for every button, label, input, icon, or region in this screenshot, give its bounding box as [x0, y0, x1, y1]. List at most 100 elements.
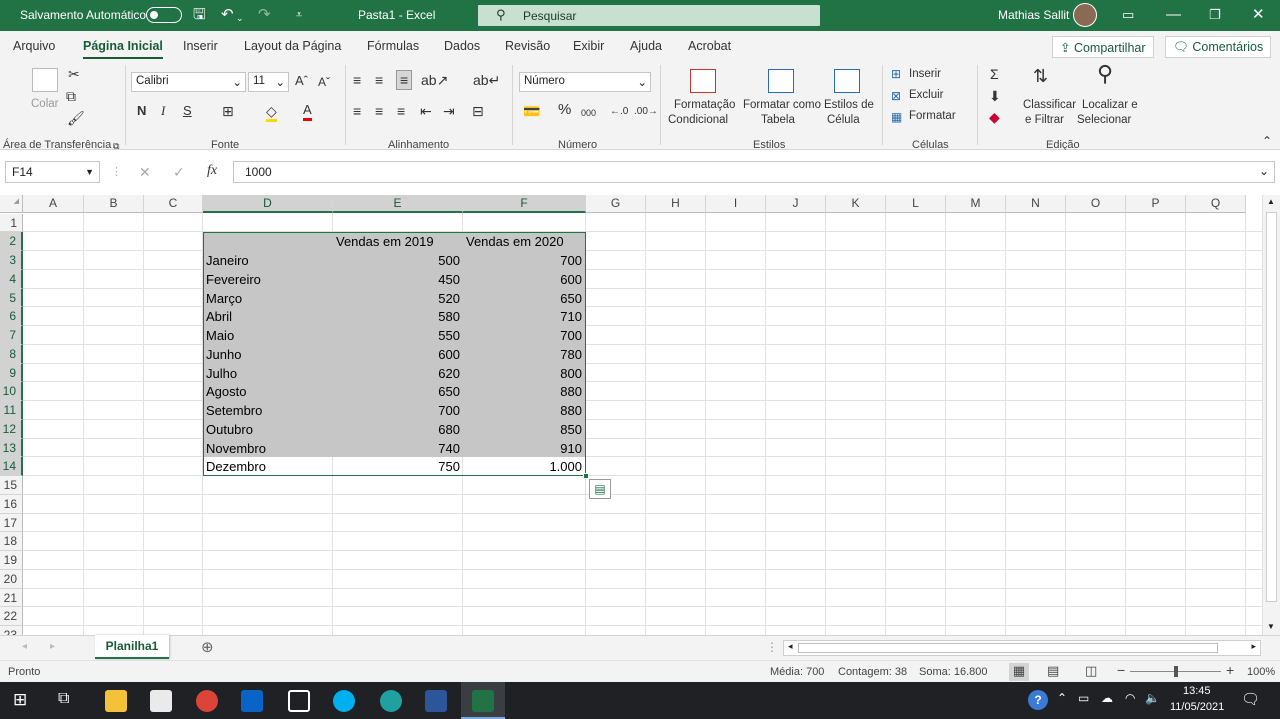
collapse-ribbon-icon[interactable]: ⌃: [1262, 133, 1272, 149]
row-header-22[interactable]: 22: [0, 607, 23, 626]
quick-analysis-icon[interactable]: ▤: [589, 479, 611, 499]
percent-button[interactable]: %: [558, 102, 571, 118]
month-cell[interactable]: Fevereiro: [203, 270, 333, 289]
wrap-text-icon[interactable]: ab↵: [473, 72, 500, 88]
column-header-k[interactable]: K: [826, 195, 886, 213]
row-header-15[interactable]: 15: [0, 476, 23, 495]
value-cell[interactable]: 600: [333, 345, 463, 364]
column-header-e[interactable]: E: [333, 195, 463, 213]
outlook-icon[interactable]: [241, 690, 263, 712]
zoom-in-icon[interactable]: +: [1226, 662, 1234, 678]
help-icon[interactable]: ?: [1028, 690, 1048, 710]
vertical-scrollbar[interactable]: ▲ ▼: [1262, 195, 1280, 635]
customize-qat-icon[interactable]: ⩡: [296, 6, 302, 24]
value-cell[interactable]: 500: [333, 251, 463, 270]
align-middle-icon[interactable]: ≡: [375, 72, 383, 88]
skype-icon[interactable]: [333, 690, 355, 712]
increase-decimal-icon[interactable]: ←.0: [610, 104, 628, 120]
value-cell[interactable]: 1.000: [463, 457, 585, 476]
column-header-q[interactable]: Q: [1186, 195, 1246, 213]
column-header-b[interactable]: B: [84, 195, 144, 213]
month-cell[interactable]: Março: [203, 289, 333, 308]
font-name-select[interactable]: Calibri ⌄: [131, 72, 246, 92]
column-header-o[interactable]: O: [1066, 195, 1126, 213]
cut-icon[interactable]: ✂: [68, 66, 80, 82]
tray-app-icon[interactable]: ☁: [1101, 691, 1113, 705]
column-header-p[interactable]: P: [1126, 195, 1186, 213]
italic-button[interactable]: I: [161, 103, 165, 119]
delete-cells-icon[interactable]: ⊠: [891, 88, 901, 104]
column-header-j[interactable]: J: [766, 195, 826, 213]
align-right-icon[interactable]: ≡: [397, 103, 405, 119]
comma-style-button[interactable]: 000: [581, 105, 596, 121]
copy-icon[interactable]: ⧉: [66, 88, 76, 104]
find-select-label-1[interactable]: Localizar e: [1082, 99, 1138, 111]
value-cell[interactable]: 620: [333, 364, 463, 383]
align-left-icon[interactable]: ≡: [353, 103, 361, 119]
value-cell[interactable]: 550: [333, 326, 463, 345]
column-header-a[interactable]: A: [23, 195, 84, 213]
paste-icon[interactable]: [32, 68, 58, 92]
value-cell[interactable]: 680: [333, 420, 463, 439]
conditional-formatting-label-1[interactable]: Formatação: [674, 99, 735, 111]
month-cell[interactable]: Julho: [203, 364, 333, 383]
format-as-table-icon[interactable]: [768, 69, 794, 93]
clock-date[interactable]: 11/05/2021: [1170, 701, 1230, 713]
row-header-5[interactable]: 5: [0, 288, 23, 308]
conditional-formatting-icon[interactable]: [690, 69, 716, 93]
find-select-label-2[interactable]: Selecionar: [1077, 114, 1131, 126]
clear-icon[interactable]: ◆: [989, 109, 1000, 125]
decrease-font-icon[interactable]: Aˇ: [318, 74, 330, 90]
column-header-d[interactable]: D: [203, 195, 333, 213]
store-icon[interactable]: [150, 690, 172, 712]
underline-button[interactable]: S: [183, 103, 192, 119]
month-cell[interactable]: Novembro: [203, 439, 333, 458]
clock-time[interactable]: 13:45: [1183, 685, 1243, 697]
tab-pagina-inicial[interactable]: Página Inicial: [83, 39, 163, 59]
column-header-f[interactable]: F: [463, 195, 586, 213]
month-cell[interactable]: Setembro: [203, 401, 333, 420]
column-header-h[interactable]: H: [646, 195, 706, 213]
row-header-11[interactable]: 11: [0, 401, 23, 420]
tab-layout[interactable]: Layout da Página: [244, 39, 341, 53]
file-explorer-icon[interactable]: [105, 690, 127, 712]
row-header-9[interactable]: 9: [0, 363, 23, 383]
ribbon-display-icon[interactable]: ▭: [1122, 6, 1134, 24]
month-cell[interactable]: Junho: [203, 345, 333, 364]
font-color-icon[interactable]: A: [303, 102, 312, 121]
scroll-down-icon[interactable]: ▼: [1267, 622, 1275, 631]
value-cell[interactable]: 580: [333, 307, 463, 326]
sort-filter-label-1[interactable]: Classificar: [1023, 99, 1076, 111]
value-cell[interactable]: 650: [333, 382, 463, 401]
spreadsheet-grid[interactable]: ◢ ABCDEFGHIJKLMNOPQ 1 2 3 4 5 6 7 8 9 10 11 12 13 14 1…: [0, 195, 1262, 635]
scroll-up-icon[interactable]: ▲: [1267, 197, 1275, 206]
row-header-16[interactable]: 16: [0, 494, 23, 514]
row-header-1[interactable]: 1: [0, 213, 23, 233]
enter-icon[interactable]: ✓: [173, 164, 185, 180]
month-cell[interactable]: Maio: [203, 326, 333, 345]
save-icon[interactable]: 🖫: [193, 6, 206, 24]
horizontal-scrollbar[interactable]: ◂ ▸: [783, 640, 1261, 656]
find-select-icon[interactable]: ⚲: [1097, 63, 1113, 85]
dropbox-icon[interactable]: [288, 690, 310, 712]
expand-formula-icon[interactable]: ⌄: [1259, 164, 1269, 178]
avatar[interactable]: [1073, 3, 1097, 27]
page-layout-view-icon[interactable]: ▤: [1047, 663, 1059, 679]
tab-ajuda[interactable]: Ajuda: [630, 39, 662, 53]
formula-input[interactable]: 1000 ⌄: [233, 161, 1275, 183]
tab-exibir[interactable]: Exibir: [573, 39, 604, 53]
insert-cells-icon[interactable]: ⊞: [891, 66, 901, 82]
tab-inserir[interactable]: Inserir: [183, 39, 218, 53]
cell-styles-label-1[interactable]: Estilos de: [824, 99, 874, 111]
increase-indent-icon[interactable]: ⇥: [443, 103, 455, 119]
month-cell[interactable]: [203, 232, 333, 251]
row-header-18[interactable]: 18: [0, 532, 23, 551]
font-size-select[interactable]: 11 ⌄: [248, 72, 289, 92]
row-header-14[interactable]: 14: [0, 457, 23, 476]
align-bottom-icon[interactable]: ≡: [396, 70, 413, 90]
restore-icon[interactable]: ❐: [1209, 6, 1221, 24]
merge-center-icon[interactable]: ⊟: [472, 103, 484, 119]
zoom-level[interactable]: 100%: [1247, 666, 1275, 678]
decrease-decimal-icon[interactable]: .00→: [634, 104, 658, 120]
fill-color-icon[interactable]: ◇: [266, 103, 277, 122]
